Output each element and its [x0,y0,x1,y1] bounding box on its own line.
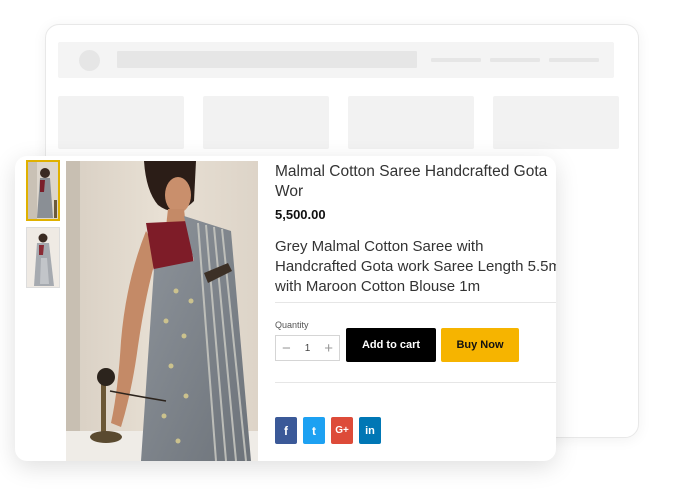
skeleton-title-bar [117,51,417,68]
saree-thumbnail-image [28,162,58,219]
quantity-value[interactable]: 1 [305,343,311,354]
main-product-image[interactable] [66,161,258,461]
product-description: Grey Malmal Cotton Saree with Handcrafte… [275,238,556,295]
skeleton-nav-bar [431,58,481,62]
skeleton-nav-bar [549,58,599,62]
skeleton-card [493,96,619,149]
skeleton-card [58,96,184,149]
skeleton-card [348,96,474,149]
facebook-icon[interactable]: f [275,417,297,444]
saree-photo [66,161,258,461]
product-thumbnail-1[interactable] [26,160,60,221]
decrement-button[interactable]: − [282,341,291,356]
increment-button[interactable]: + [324,341,333,356]
product-price: 5,500.00 [275,207,326,222]
skeleton-header [58,42,614,78]
google-plus-icon[interactable]: G+ [331,417,353,444]
buy-now-button[interactable]: Buy Now [441,328,519,362]
skeleton-card [203,96,329,149]
linkedin-icon[interactable]: in [359,417,381,444]
skeleton-nav-bar [490,58,540,62]
saree-thumbnail-image [27,228,59,287]
divider [275,382,556,383]
product-thumbnail-2[interactable] [26,227,60,288]
twitter-icon[interactable]: t [303,417,325,444]
add-to-cart-button[interactable]: Add to cart [346,328,436,362]
divider [275,302,556,303]
quantity-label: Quantity [275,320,309,330]
product-card: Malmal Cotton Saree Handcrafted Gota Wor… [15,156,556,461]
skeleton-avatar [79,50,100,71]
quantity-stepper: − 1 + [275,335,340,361]
product-title: Malmal Cotton Saree Handcrafted Gota Wor [275,163,548,200]
